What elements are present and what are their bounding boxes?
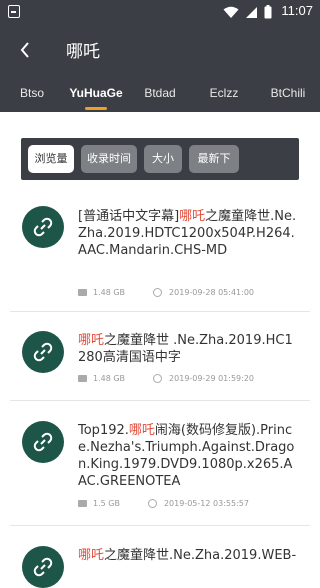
sort-views-button[interactable]: 浏览量: [28, 145, 74, 173]
status-time: 11:07: [281, 3, 313, 18]
link-avatar: [22, 331, 64, 373]
result-date: 2019-09-28 05:41:00: [169, 288, 255, 297]
back-button[interactable]: [12, 36, 40, 64]
clock-icon: [153, 288, 163, 297]
clock-icon: [147, 499, 157, 508]
folder-icon: [78, 500, 87, 507]
app-toolbar: 哪吒: [0, 24, 320, 76]
divider: [10, 311, 310, 312]
link-icon: [33, 432, 53, 452]
link-avatar: [22, 421, 64, 463]
folder-icon: [78, 289, 87, 296]
result-date: 2019-09-29 01:59:20: [169, 374, 255, 383]
page-title: 哪吒: [66, 42, 100, 62]
sort-time-button[interactable]: 收录时间: [81, 145, 137, 173]
folder-icon: [78, 375, 87, 382]
result-meta: 1.48 GB 2019-09-28 05:41:00: [78, 288, 254, 297]
back-arrow-icon: [20, 42, 29, 58]
tab-eclzz[interactable]: Eclzz: [192, 76, 256, 112]
sort-filter-bar: 浏览量 收录时间 大小 最新下: [21, 138, 299, 180]
clock-icon: [153, 374, 163, 383]
tab-yuhuage[interactable]: YuHuaGe: [64, 76, 128, 112]
result-meta: 1.48 GB 2019-09-29 01:59:20: [78, 374, 254, 383]
result-title: Top192.哪吒闹海(数码修复版).Prince.Nezha's.Triump…: [78, 423, 295, 489]
divider: [10, 525, 310, 526]
sort-size-button[interactable]: 大小: [144, 145, 182, 173]
tab-btso[interactable]: Btso: [0, 76, 64, 112]
result-size: 1.48 GB: [93, 288, 126, 297]
sort-latest-button[interactable]: 最新下: [189, 145, 239, 173]
result-size: 1.5 GB: [93, 499, 120, 508]
divider: [10, 400, 310, 401]
result-title: [普通话中文字幕]哪吒之魔童降世.Ne.Zha.2019.HDTC1200x50…: [78, 209, 297, 258]
battery-icon: [264, 5, 272, 19]
result-date: 2019-05-12 03:55:57: [163, 499, 249, 508]
status-bar: 11:07: [0, 0, 320, 24]
result-title: 哪吒之魔童降世.Ne.Zha.2019.WEB-: [78, 548, 297, 563]
result-meta: 1.5 GB 2019-05-12 03:55:57: [78, 499, 249, 508]
tab-btdad[interactable]: Btdad: [128, 76, 192, 112]
link-avatar: [22, 206, 64, 248]
link-icon: [33, 217, 53, 237]
link-icon: [33, 342, 53, 362]
signal-icon: [246, 6, 257, 18]
wifi-icon: [223, 6, 239, 18]
result-title: 哪吒之魔童降世 .Ne.Zha.2019.HC1280高清国语中字: [78, 333, 293, 365]
result-size: 1.48 GB: [93, 374, 126, 383]
app-notification-icon: [8, 5, 20, 18]
link-avatar: [22, 546, 64, 588]
tab-btchili[interactable]: BtChili: [256, 76, 320, 112]
link-icon: [33, 557, 53, 577]
source-tabs: Btso YuHuaGe Btdad Eclzz BtChili: [0, 76, 320, 112]
